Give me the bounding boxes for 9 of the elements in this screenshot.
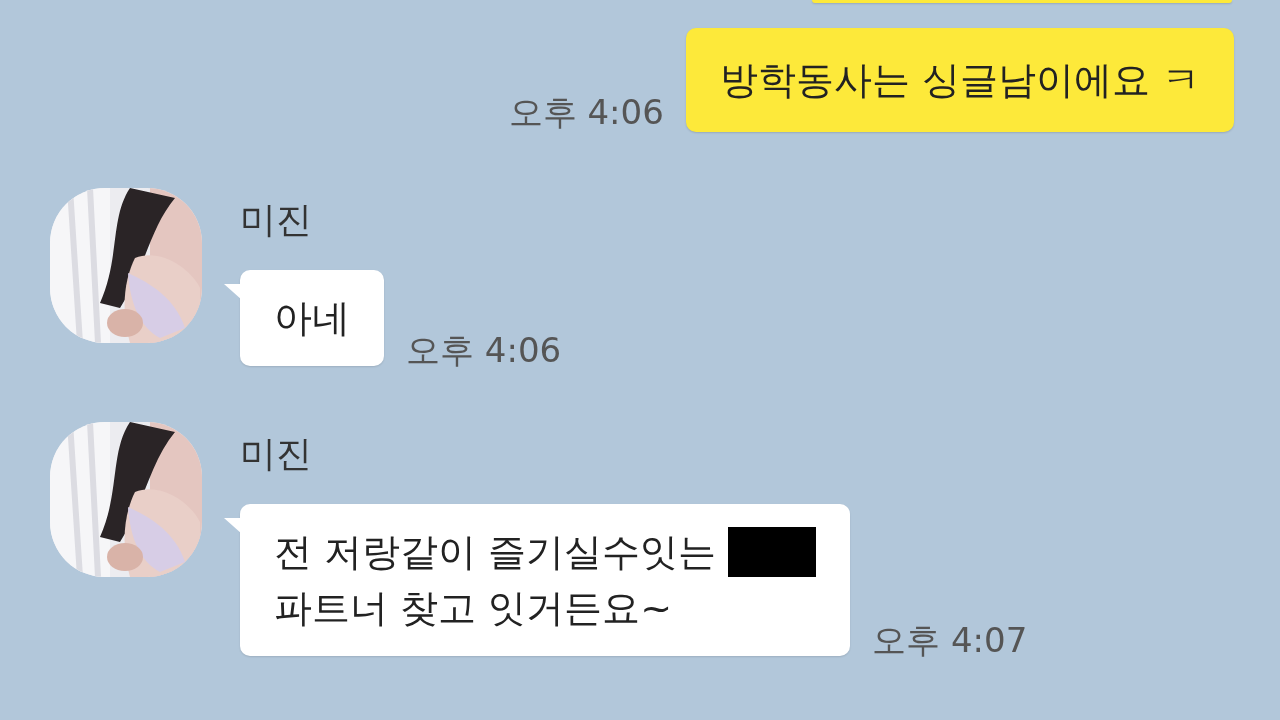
message-time: 오후 4:07 — [872, 620, 1028, 660]
message-text: 파트너 찾고 잇거든요~ — [274, 585, 672, 632]
message-time: 오후 4:06 — [508, 92, 664, 132]
message-text: 전 저랑같이 즐기실수잇는 — [274, 529, 717, 576]
sender-name: 미진 — [240, 432, 313, 476]
message-text: 아네 — [274, 295, 350, 342]
sender-name: 미진 — [240, 198, 313, 242]
message-text: 방학동사는 싱글남이에요 ㅋ — [719, 57, 1200, 104]
message-time: 오후 4:06 — [406, 330, 562, 370]
